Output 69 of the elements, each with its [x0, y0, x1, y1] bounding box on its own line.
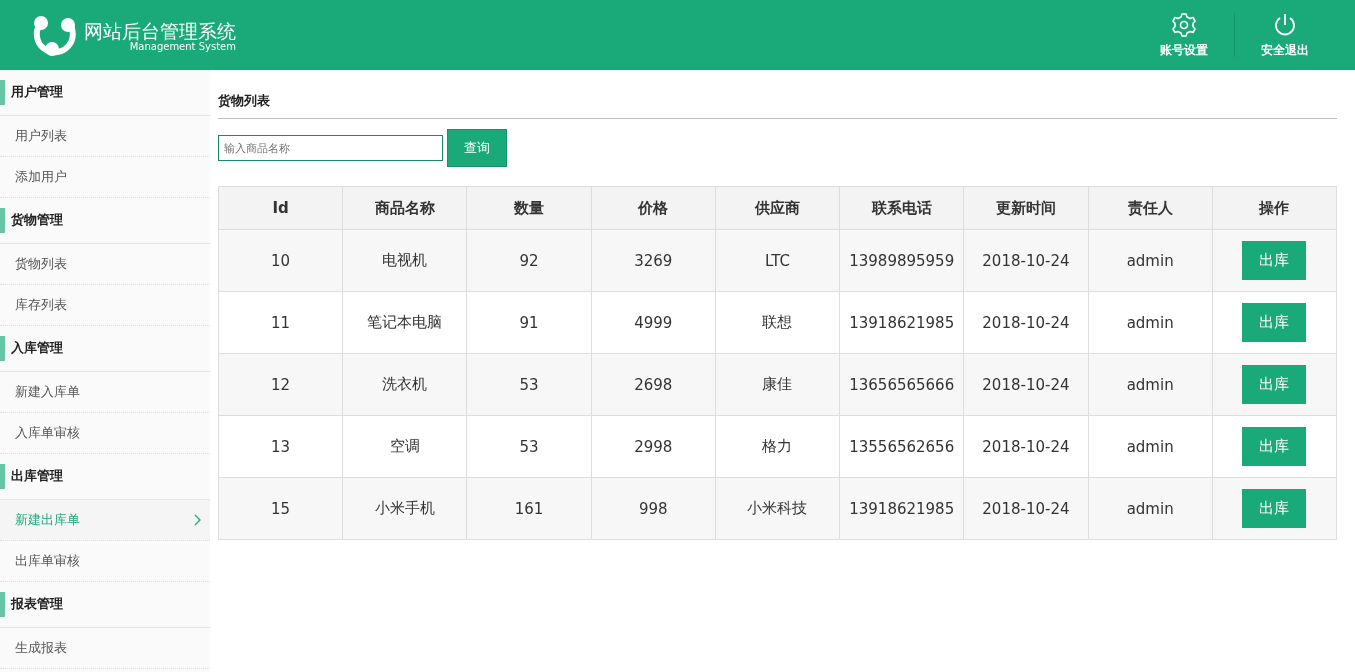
table-cell: admin	[1088, 291, 1213, 354]
table-cell: 13989895959	[839, 229, 964, 292]
table-cell: 小米手机	[342, 477, 467, 540]
column-header: 商品名称	[342, 186, 467, 230]
table-cell: 2018-10-24	[963, 353, 1089, 416]
column-header: Id	[218, 186, 343, 230]
table-cell: 2018-10-24	[963, 291, 1089, 354]
table-cell: 小米科技	[715, 477, 840, 540]
outbound-button[interactable]: 出库	[1242, 365, 1307, 404]
sidebar-item[interactable]: 新建出库单	[0, 500, 210, 541]
column-header: 价格	[591, 186, 716, 230]
table-cell: 13918621985	[839, 477, 964, 540]
outbound-button[interactable]: 出库	[1242, 489, 1307, 528]
table-cell: 13918621985	[839, 291, 964, 354]
table-cell: 13556562656	[839, 415, 964, 478]
settings-icon	[1171, 11, 1197, 38]
outbound-button[interactable]: 出库	[1242, 241, 1307, 280]
table-cell: admin	[1088, 415, 1213, 478]
table-cell: 笔记本电脑	[342, 291, 467, 354]
outbound-button[interactable]: 出库	[1242, 427, 1307, 466]
power-icon	[1272, 11, 1298, 38]
outbound-button[interactable]: 出库	[1242, 303, 1307, 342]
table-cell: 53	[466, 353, 592, 416]
page-title: 货物列表	[218, 92, 271, 110]
table-cell: admin	[1088, 353, 1213, 416]
table-cell: 3269	[591, 229, 716, 292]
table-cell: 格力	[715, 415, 840, 478]
table-cell: 洗衣机	[342, 353, 467, 416]
sidebar-item[interactable]: 用户列表	[0, 116, 210, 157]
sidebar-item[interactable]: 生成报表	[0, 628, 210, 669]
table-cell: 空调	[342, 415, 467, 478]
sidebar-item[interactable]: 新建入库单	[0, 372, 210, 413]
table-cell: 10	[218, 229, 343, 292]
table-cell: 2698	[591, 353, 716, 416]
column-header: 责任人	[1088, 186, 1213, 230]
table-cell: 53	[466, 415, 592, 478]
search-button[interactable]: 查询	[447, 129, 507, 167]
table-cell: 电视机	[342, 229, 467, 292]
column-header: 联系电话	[839, 186, 964, 230]
table-cell: 11	[218, 291, 343, 354]
header-action-button[interactable]: 安全退出	[1260, 11, 1310, 59]
table-cell: 12	[218, 353, 343, 416]
table-cell: 15	[218, 477, 343, 540]
table-cell: 161	[466, 477, 592, 540]
chevron-right-icon	[193, 513, 202, 527]
table-cell: 2018-10-24	[963, 229, 1089, 292]
table-cell: 13	[218, 415, 343, 478]
table-cell: 998	[591, 477, 716, 540]
column-header: 更新时间	[963, 186, 1089, 230]
column-header: 供应商	[715, 186, 840, 230]
search-field[interactable]: 输入商品名称	[218, 135, 443, 161]
table-cell: admin	[1088, 477, 1213, 540]
table-cell: 康佳	[715, 353, 840, 416]
table-cell: 2018-10-24	[963, 477, 1089, 540]
sidebar-item[interactable]: 货物列表	[0, 244, 210, 285]
table-cell: 13656565666	[839, 353, 964, 416]
site-subtitle: Management System	[129, 40, 236, 52]
column-header: 操作	[1212, 186, 1337, 230]
table-cell: 联想	[715, 291, 840, 354]
site-title: 网站后台管理系统	[84, 18, 236, 42]
table-cell: 92	[466, 229, 592, 292]
table-cell: 2018-10-24	[963, 415, 1089, 478]
header-action-button[interactable]: 账号设置	[1159, 11, 1209, 59]
table-cell: 2998	[591, 415, 716, 478]
table-cell: admin	[1088, 229, 1213, 292]
column-header: 数量	[466, 186, 592, 230]
table-cell: 4999	[591, 291, 716, 354]
table-cell: LTC	[715, 229, 840, 292]
table-cell: 91	[466, 291, 592, 354]
